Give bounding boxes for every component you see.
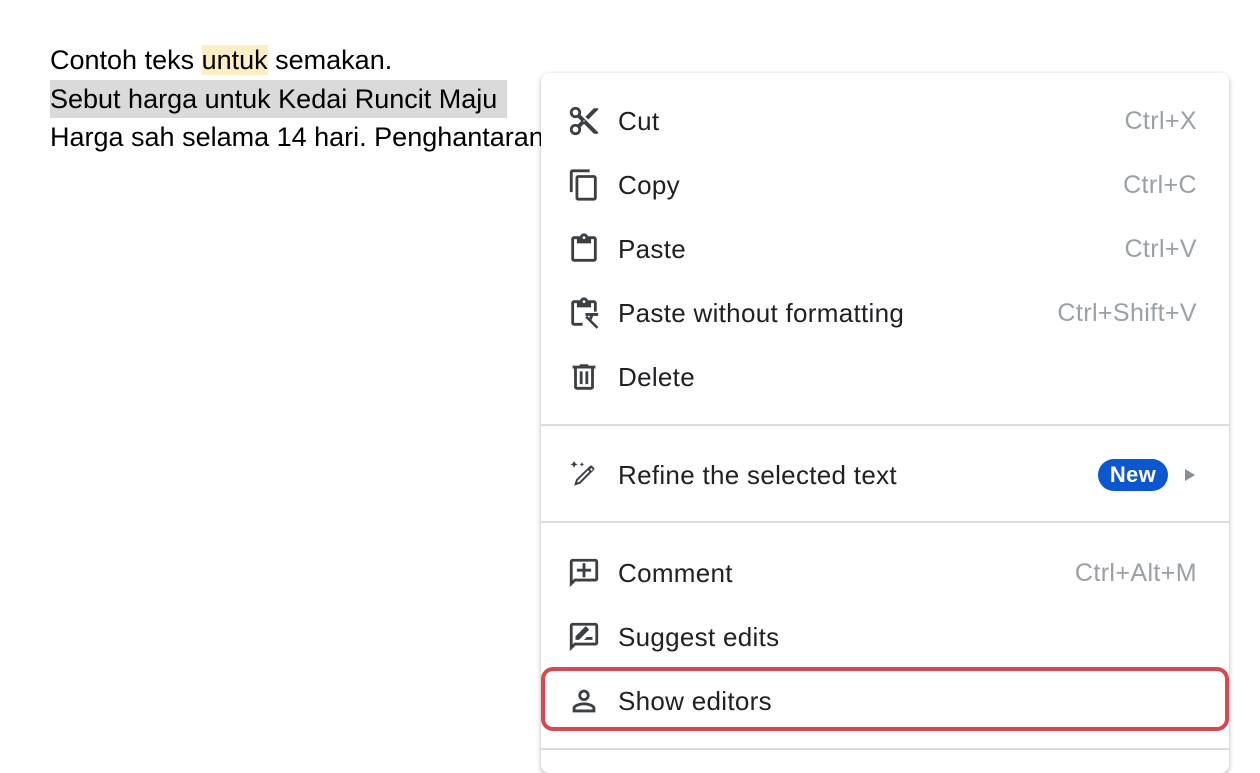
menu-item-paste-without-formatting[interactable]: Paste without formatting Ctrl+Shift+V — [541, 281, 1229, 345]
menu-item-label: Show editors — [618, 685, 772, 716]
menu-item-shortcut: Ctrl+X — [1124, 106, 1197, 135]
document-line-1[interactable]: Contoh teks untuk semakan. — [50, 41, 392, 79]
menu-item-shortcut: Ctrl+C — [1123, 170, 1197, 199]
menu-item-shortcut: Ctrl+Shift+V — [1057, 298, 1197, 327]
context-menu: Cut Ctrl+X Copy Ctrl+C Paste Ctrl+V Past… — [541, 73, 1229, 773]
menu-item-label: Refine the selected text — [618, 459, 897, 490]
line1-text-before: Contoh teks — [50, 45, 202, 75]
person-icon — [567, 684, 601, 718]
submenu-arrow-icon — [1185, 469, 1195, 481]
new-badge: New — [1097, 459, 1168, 491]
menu-item-label: Paste — [618, 233, 686, 264]
menu-item-label: Delete — [618, 361, 695, 392]
menu-item-shortcut: Ctrl+Alt+M — [1074, 558, 1197, 587]
menu-item-delete[interactable]: Delete — [541, 345, 1229, 409]
menu-item-label: Paste without formatting — [618, 297, 905, 328]
document-line-2[interactable]: Sebut harga untuk Kedai Runcit Maju — [50, 80, 508, 118]
clipboard-icon — [567, 232, 601, 266]
scissors-icon — [567, 104, 601, 138]
selected-text: Sebut harga untuk Kedai Runcit Maju — [50, 80, 508, 118]
menu-divider — [541, 521, 1229, 523]
menu-item-suggest-edits[interactable]: Suggest edits — [541, 605, 1229, 669]
menu-item-refine-selected-text[interactable]: Refine the selected text New — [541, 443, 1229, 507]
menu-item-label: Cut — [618, 105, 660, 136]
menu-item-copy[interactable]: Copy Ctrl+C — [541, 153, 1229, 217]
line1-text-after: semakan. — [267, 45, 393, 75]
copy-icon — [567, 168, 601, 202]
menu-item-cut[interactable]: Cut Ctrl+X — [541, 89, 1229, 153]
menu-item-comment[interactable]: Comment Ctrl+Alt+M — [541, 541, 1229, 605]
magic-pen-icon — [567, 458, 601, 492]
trash-icon — [567, 360, 601, 394]
clipboard-clear-format-icon — [567, 296, 601, 330]
menu-item-label: Comment — [618, 557, 733, 588]
menu-item-label: Suggest edits — [618, 621, 780, 652]
document-line-3[interactable]: Harga sah selama 14 hari. Penghantaran — [50, 118, 544, 156]
rate-review-icon — [567, 620, 601, 654]
menu-divider — [541, 424, 1229, 426]
menu-item-label: Copy — [618, 169, 680, 200]
menu-item-shortcut: Ctrl+V — [1124, 234, 1197, 263]
add-comment-icon — [567, 556, 601, 590]
menu-divider — [541, 748, 1229, 750]
highlighted-word: untuk — [201, 45, 268, 75]
menu-item-show-editors[interactable]: Show editors — [541, 669, 1229, 733]
menu-item-paste[interactable]: Paste Ctrl+V — [541, 217, 1229, 281]
